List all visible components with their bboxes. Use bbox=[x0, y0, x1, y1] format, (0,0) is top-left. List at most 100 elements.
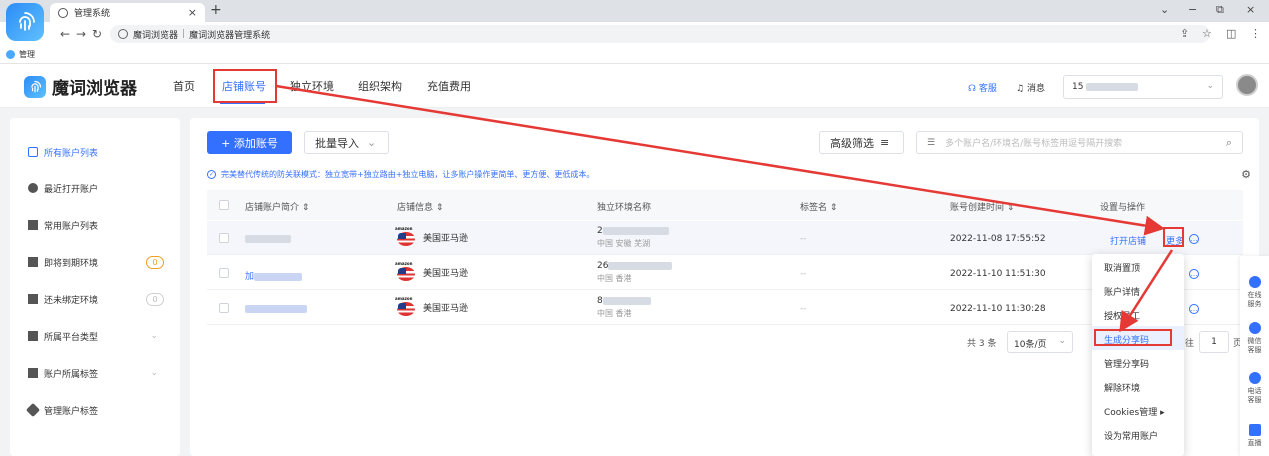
reload-icon[interactable]: ↻ bbox=[92, 27, 102, 41]
app-logo-icon bbox=[6, 3, 44, 41]
menu-icon[interactable]: ⋮ bbox=[1250, 27, 1261, 40]
sidebar-item-platform[interactable]: 所属平台类型 ⌄ bbox=[28, 326, 178, 346]
tag-cell: -- bbox=[800, 234, 807, 244]
check-circle-icon: ✓ bbox=[207, 170, 216, 179]
close-window-button[interactable]: × bbox=[1246, 3, 1255, 16]
menu-item-manage-share-code[interactable]: 管理分享码 bbox=[1092, 350, 1184, 374]
ellipsis-circle-icon[interactable]: … bbox=[1189, 269, 1199, 279]
advanced-filter-label: 高级筛选 bbox=[830, 136, 874, 150]
account-select[interactable]: 15 ⌄ bbox=[1063, 75, 1223, 99]
batch-import-button[interactable]: 批量导入 ⌄ bbox=[304, 131, 389, 154]
phone-service-button[interactable]: 电话 客服 bbox=[1240, 372, 1269, 405]
search-icon[interactable]: ⌕ bbox=[1226, 136, 1232, 150]
open-store-button[interactable]: 打开店铺 bbox=[1110, 234, 1146, 247]
select-all-checkbox[interactable] bbox=[219, 200, 229, 210]
star-icon[interactable]: ☆ bbox=[1202, 27, 1212, 40]
tag-icon bbox=[25, 402, 41, 418]
nav-recharge[interactable]: 充值费用 bbox=[427, 78, 471, 94]
menu-item-unpin[interactable]: 取消置顶 bbox=[1092, 254, 1184, 278]
account-name[interactable] bbox=[245, 234, 291, 244]
avatar[interactable] bbox=[1236, 74, 1258, 96]
account-name[interactable] bbox=[245, 304, 307, 314]
new-tab-button[interactable]: + bbox=[210, 2, 222, 18]
menu-item-set-frequent[interactable]: 设为常用账户 bbox=[1092, 422, 1184, 446]
account-name[interactable]: 加 bbox=[245, 269, 303, 282]
sidebar-item-recent[interactable]: 最近打开账户 bbox=[28, 178, 178, 198]
env-redacted bbox=[602, 226, 669, 235]
table-row[interactable]: amazon 美国亚马逊 2 中国 安徽 芜湖 -- 2022-11-08 17:… bbox=[207, 221, 1243, 255]
env-region: 中国 香港 bbox=[597, 309, 632, 318]
col-created[interactable]: 账号创建时间 ⇕ bbox=[950, 200, 1014, 213]
back-arrow-icon[interactable]: ← bbox=[60, 27, 70, 41]
ellipsis-circle-icon[interactable]: … bbox=[1189, 234, 1199, 244]
tab-search-icon[interactable]: ⌄ bbox=[1160, 3, 1169, 16]
store-name: 美国亚马逊 bbox=[423, 234, 469, 244]
nav-home[interactable]: 首页 bbox=[173, 78, 195, 94]
nav-organization[interactable]: 组织架构 bbox=[358, 78, 402, 94]
annotation-box-share-code bbox=[1094, 329, 1172, 346]
chevron-down-icon: ⌄ bbox=[367, 136, 377, 149]
sidebar-item-label: 账户所属标签 bbox=[44, 369, 99, 380]
browser-tab[interactable]: 管理系统 × bbox=[50, 3, 205, 22]
account-prefix: 15 bbox=[1072, 82, 1084, 92]
sidebar-item-unbound[interactable]: 还未绑定环境 0 bbox=[28, 289, 178, 309]
wechat-service-button[interactable]: 微信 客服 bbox=[1240, 322, 1269, 355]
menu-item-authorize-staff[interactable]: 授权员工 bbox=[1092, 302, 1184, 326]
forward-arrow-icon[interactable]: → bbox=[76, 27, 86, 41]
ellipsis-circle-icon[interactable]: … bbox=[1189, 304, 1199, 314]
row-checkbox[interactable] bbox=[219, 268, 229, 278]
advanced-filter-button[interactable]: 高级筛选 ≡ bbox=[819, 131, 904, 154]
share-icon[interactable]: ⇪ bbox=[1180, 27, 1189, 40]
col-account[interactable]: 店铺账户简介 ⇕ bbox=[245, 200, 309, 213]
amazon-logo: amazon bbox=[395, 260, 413, 266]
grid-icon bbox=[28, 147, 38, 157]
goto-prefix: 往 bbox=[1185, 339, 1195, 349]
site-info-icon[interactable] bbox=[118, 29, 128, 39]
goto-page-input[interactable]: 1 bbox=[1199, 331, 1229, 353]
sidebar-item-frequent[interactable]: 常用账户列表 bbox=[28, 215, 178, 235]
sidebar-item-label: 所有账户列表 bbox=[44, 148, 99, 159]
live-button[interactable]: 直播 bbox=[1240, 424, 1269, 448]
tag-cell: -- bbox=[800, 304, 807, 314]
tab-close-icon[interactable]: × bbox=[188, 6, 197, 19]
table-row[interactable]: 加 amazon 美国亚马逊 26 中国 香港 -- 2022-11-10 11:… bbox=[207, 256, 1243, 290]
sidebar-item-label: 还未绑定环境 bbox=[44, 295, 99, 306]
row-checkbox[interactable] bbox=[219, 303, 229, 313]
minimize-button[interactable]: − bbox=[1188, 3, 1197, 16]
col-tag[interactable]: 标签名 ⇕ bbox=[800, 200, 837, 213]
sidebar-item-expiring[interactable]: 即将到期环境 0 bbox=[28, 252, 178, 272]
table-row[interactable]: amazon 美国亚马逊 8 中国 香港 -- 2022-11-10 11:30:… bbox=[207, 291, 1243, 325]
add-account-button[interactable]: + 添加账号 bbox=[207, 131, 292, 154]
online-service-button[interactable]: 在线 服务 bbox=[1240, 276, 1269, 309]
amazon-logo: amazon bbox=[395, 295, 413, 301]
row-checkbox[interactable] bbox=[219, 233, 229, 243]
sidebar-item-manage-tags[interactable]: 管理账户标签 bbox=[25, 400, 178, 420]
env-name-prefix: 2 bbox=[597, 226, 603, 236]
annotation-box-more bbox=[1163, 227, 1184, 247]
messages-link[interactable]: ♫ 消息 bbox=[1016, 81, 1045, 94]
sidebar-toggle-icon[interactable]: ◫ bbox=[1226, 27, 1236, 40]
us-flag-icon: amazon bbox=[395, 296, 415, 316]
customer-service-link[interactable]: ☊ 客服 bbox=[968, 81, 997, 94]
sidebar-item-all-accounts[interactable]: 所有账户列表 bbox=[28, 142, 178, 162]
sidebar-item-tags[interactable]: 账户所属标签 ⌄ bbox=[28, 363, 178, 383]
store-info: amazon 美国亚马逊 bbox=[395, 296, 469, 316]
url-separator: | bbox=[182, 29, 186, 39]
menu-item-unbind-env[interactable]: 解除环境 bbox=[1092, 374, 1184, 398]
url-field[interactable]: 魔词浏览器 | 魔词浏览器管理系统 bbox=[110, 25, 1210, 43]
chevron-down-icon: ⌄ bbox=[150, 331, 158, 341]
store-name: 美国亚马逊 bbox=[423, 304, 469, 314]
menu-item-cookies[interactable]: Cookies管理 ▸ bbox=[1092, 398, 1184, 422]
menu-item-account-details[interactable]: 账户详情 bbox=[1092, 278, 1184, 302]
page-size-select[interactable]: 10条/页 ⌄ bbox=[1007, 331, 1073, 353]
brand[interactable]: 魔词浏览器 bbox=[24, 74, 137, 99]
bookmark-item[interactable]: 管理 bbox=[19, 49, 35, 60]
calendar-icon bbox=[28, 257, 38, 267]
gear-icon[interactable]: ⚙ bbox=[1241, 168, 1251, 181]
maximize-button[interactable]: ⧉ bbox=[1216, 3, 1224, 17]
annotation-box-nav bbox=[213, 69, 277, 103]
nav-independent-env[interactable]: 独立环境 bbox=[290, 78, 334, 94]
bookmark-icon bbox=[28, 368, 38, 378]
col-store[interactable]: 店铺信息 ⇕ bbox=[397, 200, 443, 213]
search-input[interactable]: ☰ 多个账户名/环境名/账号标签用逗号隔开搜索 ⌕ bbox=[916, 131, 1243, 154]
